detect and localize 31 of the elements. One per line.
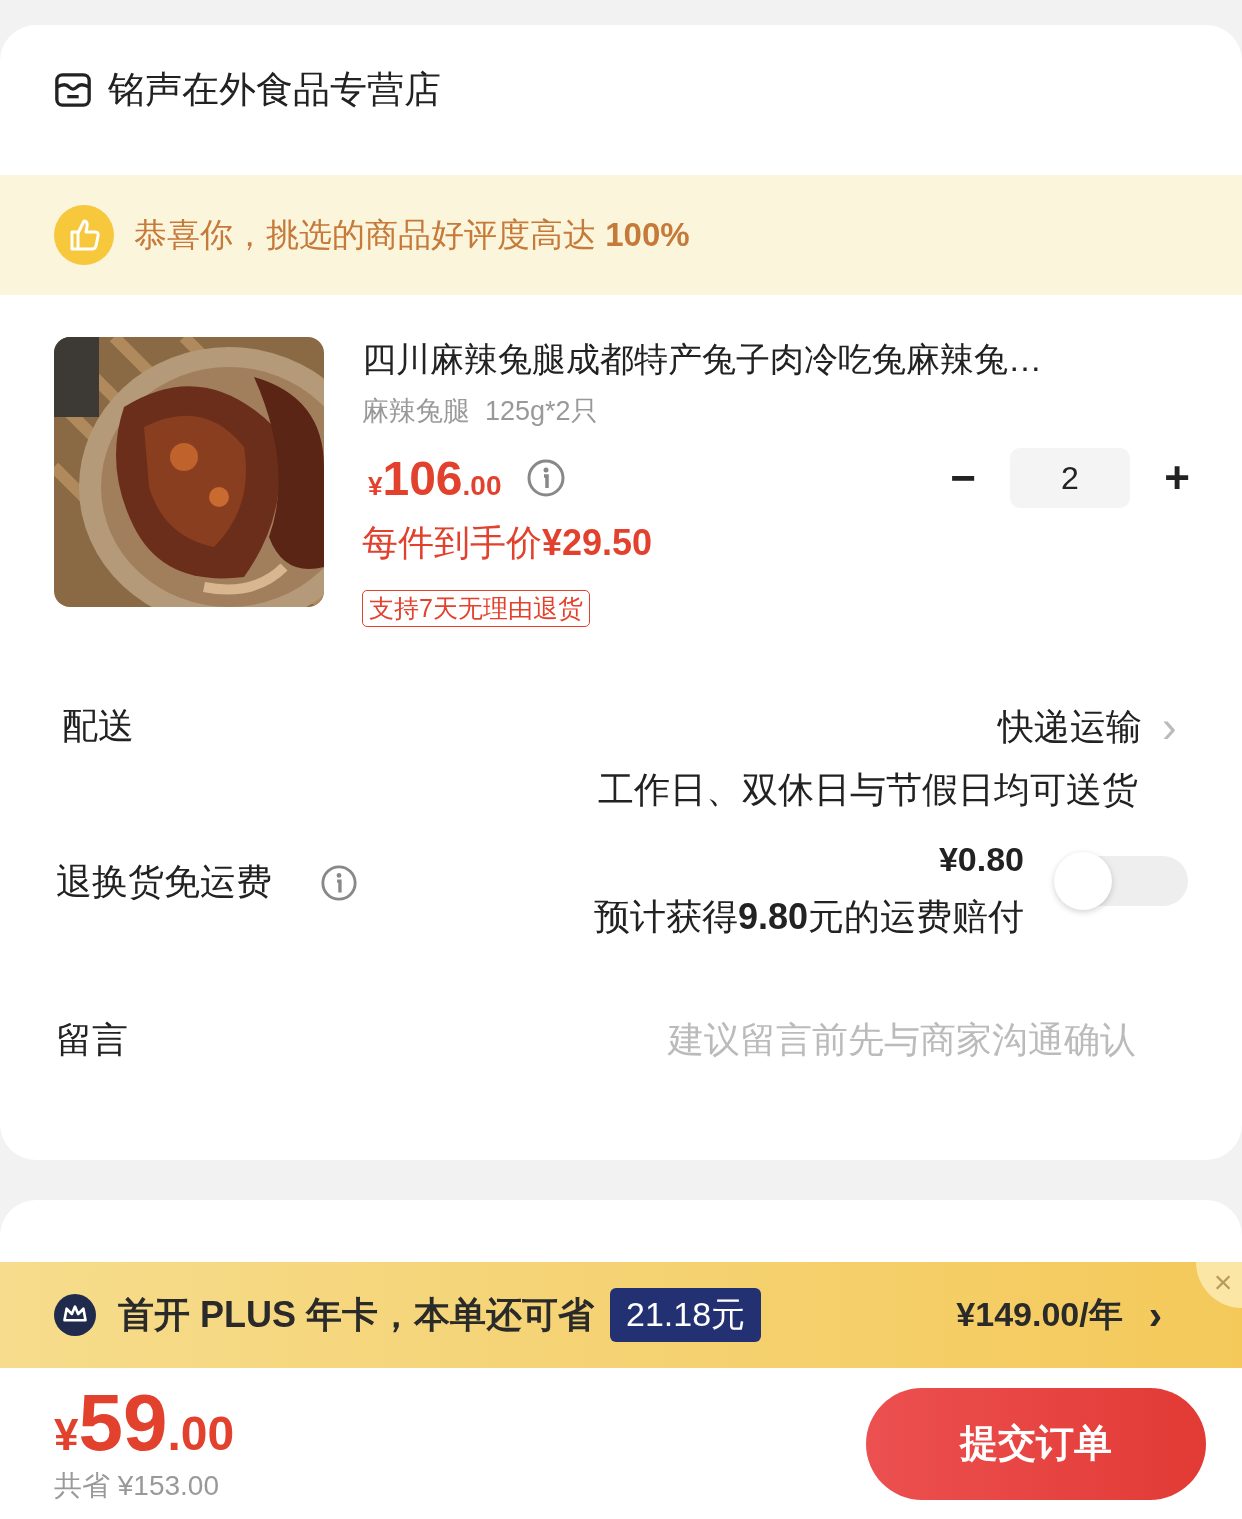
return-policy-tag: 支持7天无理由退货 [362,590,590,627]
message-field[interactable]: 建议留言前先与商家沟通确认 [574,1018,1138,1062]
insurance-price: ¥0.80 [938,840,1024,879]
crown-icon [54,1294,96,1336]
unit-price: 每件到手价¥29.50 [362,521,654,565]
total-savings: 共省 ¥153.00 [54,1468,220,1503]
insurance-note: 预计获得9.80元的运费赔付 [593,895,1024,939]
delivery-method[interactable]: 快递运输 [998,702,1142,752]
info-icon[interactable] [320,863,358,902]
message-label: 留言 [56,1017,128,1062]
submit-order-button[interactable]: 提交订单 [866,1387,1206,1500]
praise-text: 恭喜你，挑选的商品好评度高达 100% [134,214,690,255]
plus-banner[interactable]: 首开 PLUS 年卡，本单还可省 21.18元 ¥149.00/年 › × [0,1262,1242,1368]
product-price: ¥106.00 [367,450,502,506]
return-insurance-label: 退换货免运费 [56,860,272,904]
product-spec: 麻辣兔腿 125g*2只 [362,395,599,428]
plus-promo-text: 首开 PLUS 年卡，本单还可省 [118,1292,594,1337]
total-price: ¥59.00 [54,1382,235,1463]
store-icon [54,71,92,109]
delivery-label: 配送 [61,704,134,748]
product-title[interactable]: 四川麻辣兔腿成都特产兔子肉冷吃兔麻辣兔… [362,337,1202,383]
saving-badge: 21.18元 [610,1288,762,1342]
plus-price: ¥149.00/年 [956,1294,1123,1335]
quantity-field[interactable]: 2 [1010,448,1130,508]
thumbs-up-icon [54,205,114,265]
minus-button[interactable]: − [938,453,988,503]
plus-button[interactable]: + [1152,453,1202,503]
info-icon[interactable] [525,458,566,498]
store-name[interactable]: 铭声在外食品专营店 [108,65,441,115]
chevron-icon: › [1148,1292,1162,1338]
delivery-note: 工作日、双休日与节假日均可送货 [598,768,1138,812]
